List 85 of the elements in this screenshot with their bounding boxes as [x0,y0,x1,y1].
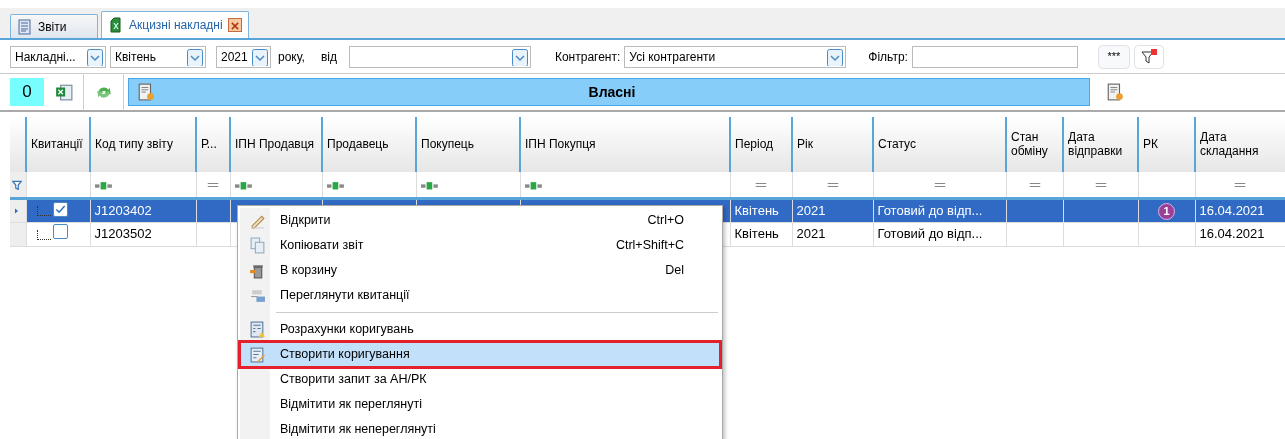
count-badge: 1 [1158,202,1175,220]
more-button[interactable]: *** [1097,44,1130,69]
filter-icon [12,180,22,191]
equals-filter-icon[interactable] [1234,182,1246,189]
text-filter-icon[interactable] [420,180,439,190]
document-icon [1106,83,1124,102]
menu-item[interactable]: Відмітити як непереглянуті [240,417,720,439]
table-cell: Готовий до відп... [877,226,983,242]
text-filter-icon[interactable] [524,180,543,190]
column-header[interactable]: Рік [792,117,873,172]
column-header[interactable]: Стан обміну [1006,117,1063,172]
check-icon [54,203,66,215]
column-header[interactable]: Статус [873,117,1006,172]
calculator-icon [248,321,266,338]
tab[interactable]: Звіти [10,14,98,38]
column-header[interactable]: Дата складання [1195,117,1285,172]
text-filter-icon[interactable] [326,180,345,190]
column-header[interactable]: Продавець [322,117,416,172]
equals-filter-icon[interactable] [755,182,767,189]
menu-item[interactable]: Створити коригування [240,342,720,367]
month-dropdown[interactable]: Квітень [110,45,206,68]
dropdown-icon [87,47,103,66]
menu-item[interactable]: Розрахунки коригувань [240,317,720,342]
column-header[interactable]: Код типу звіту [90,117,196,172]
column-header[interactable]: ІПН Покупця [520,117,730,172]
document-icon [137,83,155,101]
equals-filter-icon[interactable] [933,182,946,189]
column-header[interactable]: Дата відправки [1063,117,1138,172]
spreadsheet-icon [55,83,73,101]
menu-item[interactable]: Відмітити як переглянуті [240,392,720,417]
date-dropdown[interactable] [348,45,531,68]
clear-filter-button[interactable] [1133,44,1164,69]
type-dropdown[interactable]: Накладні... [10,45,106,68]
menu-item[interactable]: Створити запит за АН/РК [240,367,720,392]
table-cell: 16.04.2021 [1199,226,1265,242]
column-header[interactable]: Р... [196,117,230,172]
equals-filter-icon[interactable] [1028,182,1041,189]
equals-filter-icon[interactable] [826,182,839,189]
checkbox[interactable] [52,201,68,217]
table-cell: 2021 [796,226,826,242]
table-cell: Квітень [734,202,779,218]
menu-item[interactable]: В корзину Del [240,258,720,283]
filter-label: Фільтр: [868,48,908,66]
table-cell: 16.04.2021 [1199,202,1265,218]
counterparty-label: Контрагент: [554,48,621,66]
filter-field[interactable] [911,45,1078,68]
table-cell: 2021 [796,202,826,218]
column-header[interactable]: Період [730,117,792,172]
column-header[interactable]: РК [1138,117,1195,172]
banner-title: Власні [587,82,637,102]
trash-icon [248,262,266,279]
menu-item[interactable]: Відкрити Ctrl+O [240,208,720,233]
column-header[interactable]: ІПН Продавця [230,117,322,172]
close-button[interactable] [227,18,242,32]
menu-item[interactable]: Переглянути квитанції [240,283,720,308]
edit-document-icon [248,346,266,363]
menu-item[interactable]: Копіювати звіт Ctrl+Shift+C [240,233,720,258]
dropdown-icon [827,47,844,66]
year-label: року, [278,48,305,66]
report-icon [17,18,33,35]
dropdown-icon [511,47,528,66]
column-header[interactable]: Квитанції [26,117,90,172]
dropdown-icon [252,47,268,66]
text-filter-icon[interactable] [234,180,253,190]
from-label: від [320,48,337,66]
column-header[interactable]: Покупець [416,117,520,172]
equals-filter-icon[interactable] [207,182,219,189]
counter: 0 [10,78,44,106]
filter-icon [1140,49,1157,66]
table-cell: J1203502 [94,226,152,242]
tab[interactable]: Акцизні накладні [101,11,249,38]
dropdown-icon [187,47,203,66]
checkbox[interactable] [52,223,68,239]
close-icon [229,20,240,31]
equals-filter-icon[interactable] [1094,182,1107,189]
tree-line [36,230,51,241]
table-cell: Готовий до відп... [877,202,983,218]
table-cell: J1203402 [94,202,152,218]
year-dropdown[interactable]: 2021 [216,45,271,68]
copy-icon [248,237,266,254]
document-icon [248,287,266,304]
text-filter-icon[interactable] [94,180,113,190]
table-cell: Квітень [734,226,779,242]
counterparty-dropdown[interactable]: Усі контрагенти [624,45,847,68]
tree-line [36,206,51,217]
